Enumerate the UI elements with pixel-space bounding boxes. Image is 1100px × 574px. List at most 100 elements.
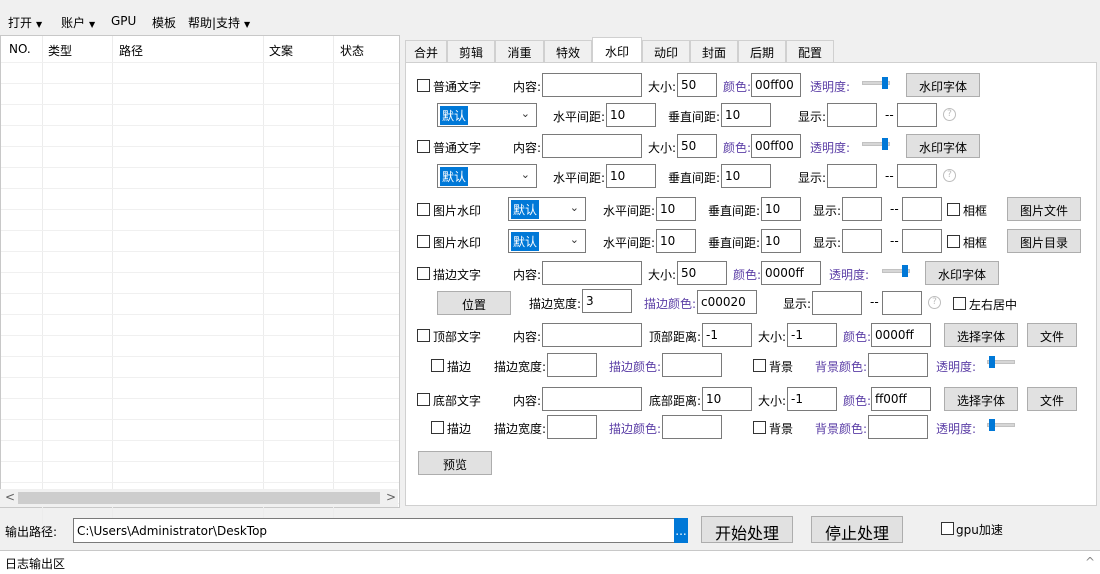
tab-motion[interactable]: 动印 [642,40,690,62]
menu-help[interactable]: 帮助|支持 ▼ [188,14,250,31]
preview-button[interactable]: 预览 [418,451,492,475]
center-checkbox[interactable] [953,297,966,310]
stroke-width-input[interactable] [547,415,597,439]
vgap-input[interactable]: 10 [721,164,771,188]
show-from-input[interactable] [812,291,862,315]
show-from-input[interactable] [842,229,882,253]
horizontal-scrollbar[interactable]: < > [0,489,398,507]
plain-text-checkbox-2[interactable] [417,140,430,153]
help-icon[interactable]: ? [943,108,956,121]
opacity-slider[interactable] [882,265,910,277]
size-input[interactable]: 50 [677,73,717,97]
content-input[interactable] [542,73,642,97]
watermark-font-button[interactable]: 水印字体 [925,261,999,285]
image-folder-button[interactable]: 图片目录 [1007,229,1081,253]
vgap-input[interactable]: 10 [761,197,801,221]
background-checkbox[interactable] [753,359,766,372]
start-button[interactable]: 开始处理 [701,516,793,543]
background-color-input[interactable] [868,353,928,377]
scroll-thumb[interactable] [18,492,380,504]
tab-post[interactable]: 后期 [738,40,786,62]
top-distance-input[interactable]: -1 [702,323,752,347]
hgap-input[interactable]: 10 [656,229,696,253]
scroll-right-icon[interactable]: > [386,490,396,504]
hgap-input[interactable]: 10 [606,103,656,127]
show-from-input[interactable] [827,103,877,127]
position-select[interactable]: 默认 ⌄ [437,164,537,188]
hgap-input[interactable]: 10 [656,197,696,221]
bottom-text-checkbox[interactable] [417,393,430,406]
help-icon[interactable]: ? [928,296,941,309]
menu-gpu[interactable]: GPU [111,14,136,28]
tab-cover[interactable]: 封面 [690,40,738,62]
show-to-input[interactable] [902,229,942,253]
show-to-input[interactable] [902,197,942,221]
task-table[interactable]: NO. 类型 路径 文案 状态 [0,35,400,524]
image-position-select[interactable]: 默认 ⌄ [508,197,586,221]
content-input[interactable] [542,134,642,158]
size-input[interactable]: -1 [787,323,837,347]
show-to-input[interactable] [897,164,937,188]
size-input[interactable]: 50 [677,134,717,158]
content-input[interactable] [542,387,642,411]
scroll-up-icon[interactable]: ^ [1085,555,1095,569]
stroke-text-checkbox[interactable] [417,267,430,280]
image-watermark-checkbox[interactable] [417,203,430,216]
hgap-input[interactable]: 10 [606,164,656,188]
stroke-color-input[interactable] [662,415,722,439]
scroll-left-icon[interactable]: < [5,490,15,504]
watermark-font-button[interactable]: 水印字体 [906,134,980,158]
color-input[interactable]: ff00ff [871,387,931,411]
column-path[interactable]: 路径 [119,42,143,59]
menu-template[interactable]: 模板 [152,14,176,31]
show-to-input[interactable] [897,103,937,127]
column-no[interactable]: NO. [9,42,31,56]
color-input[interactable]: 0000ff [761,261,821,285]
stroke-width-input[interactable] [547,353,597,377]
stroke-checkbox[interactable] [431,421,444,434]
tab-watermark[interactable]: 水印 [592,37,642,62]
show-from-input[interactable] [842,197,882,221]
column-type[interactable]: 类型 [48,42,72,59]
watermark-font-button[interactable]: 水印字体 [906,73,980,97]
background-color-input[interactable] [868,415,928,439]
bottom-distance-input[interactable]: 10 [702,387,752,411]
column-copy[interactable]: 文案 [269,42,293,59]
gpu-accel-checkbox[interactable] [941,522,954,535]
tab-merge[interactable]: 合并 [405,40,447,62]
size-input[interactable]: -1 [787,387,837,411]
opacity-slider[interactable] [862,77,890,89]
frame-checkbox[interactable] [947,235,960,248]
stroke-color-input[interactable] [662,353,722,377]
frame-checkbox[interactable] [947,203,960,216]
menu-account[interactable]: 账户 ▼ [61,14,95,31]
tab-effects[interactable]: 特效 [544,40,592,62]
content-input[interactable] [542,261,642,285]
color-input[interactable]: 00ff00 [751,73,801,97]
file-button[interactable]: 文件 [1027,387,1077,411]
opacity-slider[interactable] [862,138,890,150]
tab-config[interactable]: 配置 [786,40,834,62]
file-button[interactable]: 文件 [1027,323,1077,347]
menu-open[interactable]: 打开 ▼ [8,14,42,31]
tab-clip[interactable]: 剪辑 [447,40,495,62]
show-to-input[interactable] [882,291,922,315]
position-button[interactable]: 位置 [437,291,511,315]
output-path-input[interactable]: C:\Users\Administrator\DeskTop [73,518,675,543]
help-icon[interactable]: ? [943,169,956,182]
size-input[interactable]: 50 [677,261,727,285]
content-input[interactable] [542,323,642,347]
position-select[interactable]: 默认 ⌄ [437,103,537,127]
top-text-checkbox[interactable] [417,329,430,342]
select-font-button[interactable]: 选择字体 [944,323,1018,347]
stop-button[interactable]: 停止处理 [811,516,903,543]
plain-text-checkbox[interactable] [417,79,430,92]
vgap-input[interactable]: 10 [721,103,771,127]
color-input[interactable]: 0000ff [871,323,931,347]
vgap-input[interactable]: 10 [761,229,801,253]
browse-button[interactable]: ... [674,518,688,543]
select-font-button[interactable]: 选择字体 [944,387,1018,411]
opacity-slider[interactable] [987,356,1015,368]
stroke-checkbox[interactable] [431,359,444,372]
opacity-slider[interactable] [987,419,1015,431]
